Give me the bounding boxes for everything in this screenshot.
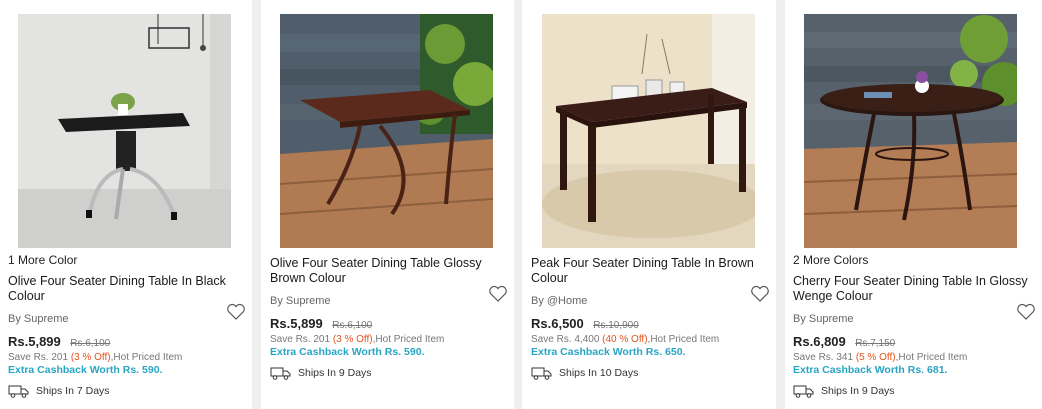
product-card[interactable]: Olive Four Seater Dining Table Glossy Br… [261, 0, 514, 409]
product-mrp: Rs.10,900 [593, 320, 639, 331]
more-colors-label[interactable]: 2 More Colors [793, 253, 1042, 267]
product-title[interactable]: Olive Four Seater Dining Table Glossy Br… [270, 256, 514, 286]
shipping-text: Ships In 9 Days [298, 367, 372, 379]
discount-percent: (3 % Off) [70, 352, 111, 363]
savings-amount: Save Rs. 4,400 [531, 334, 603, 345]
product-title[interactable]: Peak Four Seater Dining Table In Brown C… [531, 256, 776, 286]
brown-square-table-image [280, 14, 493, 248]
product-mrp: Rs.6,100 [332, 320, 373, 331]
product-price: Rs.6,809 [793, 334, 846, 349]
product-title[interactable]: Cherry Four Seater Dining Table In Gloss… [793, 274, 1042, 304]
hot-price-label: ,Hot Priced Item [895, 352, 968, 363]
cashback-offer: Extra Cashback Worth Rs. 590. [8, 364, 163, 376]
shipping-text: Ships In 9 Days [821, 385, 895, 397]
shipping-info: Ships In 9 Days [793, 384, 1042, 398]
product-price: Rs.6,500 [531, 316, 584, 331]
shipping-info: Ships In 9 Days [270, 366, 514, 380]
savings-text: Save Rs. 341 (5 % Off),Hot Priced Item [793, 352, 1042, 363]
product-card[interactable]: 2 More Colors Cherry Four Seater Dining … [785, 0, 1042, 409]
discount-percent: (3 % Off) [332, 334, 373, 345]
product-title[interactable]: Olive Four Seater Dining Table In Black … [8, 274, 252, 304]
product-image[interactable] [542, 14, 755, 248]
product-brand: By Supreme [8, 313, 69, 325]
hot-price-label: ,Hot Priced Item [110, 352, 183, 363]
product-brand: By Supreme [270, 295, 331, 307]
black-table-image [18, 14, 231, 248]
shipping-info: Ships In 7 Days [8, 384, 252, 398]
more-colors-label[interactable]: 1 More Color [8, 253, 252, 267]
product-price: Rs.5,899 [270, 316, 323, 331]
savings-amount: Save Rs. 341 [793, 352, 856, 363]
cashback-offer: Extra Cashback Worth Rs. 590. [270, 346, 425, 358]
product-image[interactable] [280, 14, 493, 248]
shipping-text: Ships In 7 Days [36, 385, 110, 397]
heart-outline-icon[interactable] [488, 285, 508, 303]
product-image[interactable] [804, 14, 1017, 248]
product-card[interactable]: 1 More Color Olive Four Seater Dining Ta… [0, 0, 252, 409]
cashback-offer: Extra Cashback Worth Rs. 681. [793, 364, 948, 376]
product-image[interactable] [18, 14, 231, 248]
hot-price-label: ,Hot Priced Item [647, 334, 720, 345]
discount-percent: (40 % Off) [602, 334, 648, 345]
savings-text: Save Rs. 201 (3 % Off),Hot Priced Item [270, 334, 514, 345]
product-card[interactable]: Peak Four Seater Dining Table In Brown C… [522, 0, 776, 409]
truck-icon [531, 367, 552, 380]
product-price: Rs.5,899 [8, 334, 61, 349]
product-mrp: Rs.7,150 [855, 338, 896, 349]
savings-amount: Save Rs. 201 [8, 352, 71, 363]
savings-amount: Save Rs. 201 [270, 334, 333, 345]
truck-icon [8, 385, 29, 398]
shipping-info: Ships In 10 Days [531, 366, 776, 380]
shipping-text: Ships In 10 Days [559, 367, 639, 379]
truck-icon [270, 367, 291, 380]
hot-price-label: ,Hot Priced Item [372, 334, 445, 345]
savings-text: Save Rs. 201 (3 % Off),Hot Priced Item [8, 352, 252, 363]
cashback-offer: Extra Cashback Worth Rs. 650. [531, 346, 686, 358]
product-grid: 1 More Color Olive Four Seater Dining Ta… [0, 0, 1042, 409]
product-mrp: Rs.6,100 [70, 338, 111, 349]
heart-outline-icon[interactable] [1016, 303, 1036, 321]
product-brand: By @Home [531, 295, 588, 307]
brown-rectangular-table-image [542, 14, 755, 248]
heart-outline-icon[interactable] [750, 285, 770, 303]
discount-percent: (5 % Off) [855, 352, 896, 363]
round-wenge-table-image [804, 14, 1017, 248]
savings-text: Save Rs. 4,400 (40 % Off),Hot Priced Ite… [531, 334, 776, 345]
heart-outline-icon[interactable] [226, 303, 246, 321]
truck-icon [793, 385, 814, 398]
product-brand: By Supreme [793, 313, 854, 325]
